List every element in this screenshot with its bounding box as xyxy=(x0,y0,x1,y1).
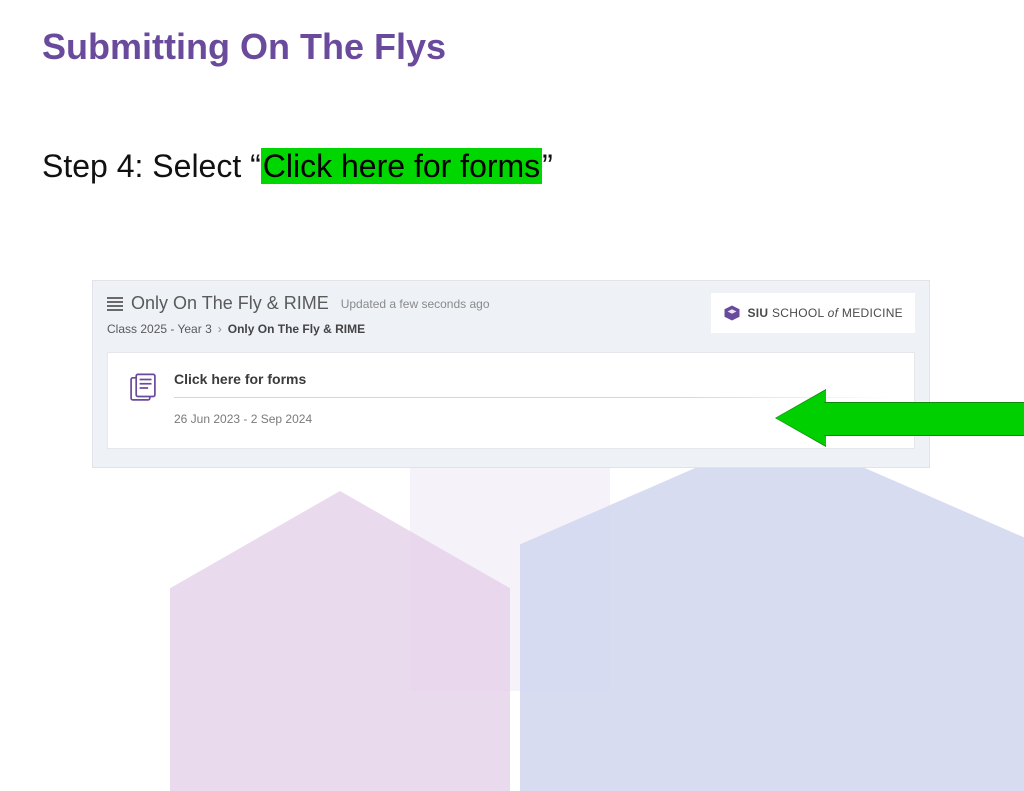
breadcrumb: Class 2025 - Year 3 › Only On The Fly & … xyxy=(107,322,490,336)
step-instruction: Step 4: Select “Click here for forms” xyxy=(42,148,553,185)
breadcrumb-root[interactable]: Class 2025 - Year 3 xyxy=(107,322,212,336)
panel-updated: Updated a few seconds ago xyxy=(341,297,490,311)
panel-title: Only On The Fly & RIME xyxy=(131,293,329,314)
siu-logo-text: SIU SCHOOL of MEDICINE xyxy=(747,306,903,320)
slide: Submitting On The Flys Step 4: Select “C… xyxy=(0,0,1024,791)
siu-logo: SIU SCHOOL of MEDICINE xyxy=(711,293,915,333)
step-suffix: ” xyxy=(542,148,553,184)
list-icon xyxy=(107,297,123,311)
step-prefix: Step 4: Select “ xyxy=(42,148,261,184)
page-title: Submitting On The Flys xyxy=(42,26,446,68)
chevron-right-icon: › xyxy=(218,322,222,336)
step-highlight: Click here for forms xyxy=(261,148,542,184)
hexagon-logo-icon xyxy=(723,304,741,322)
form-icon xyxy=(126,371,160,405)
breadcrumb-current: Only On The Fly & RIME xyxy=(228,322,365,336)
